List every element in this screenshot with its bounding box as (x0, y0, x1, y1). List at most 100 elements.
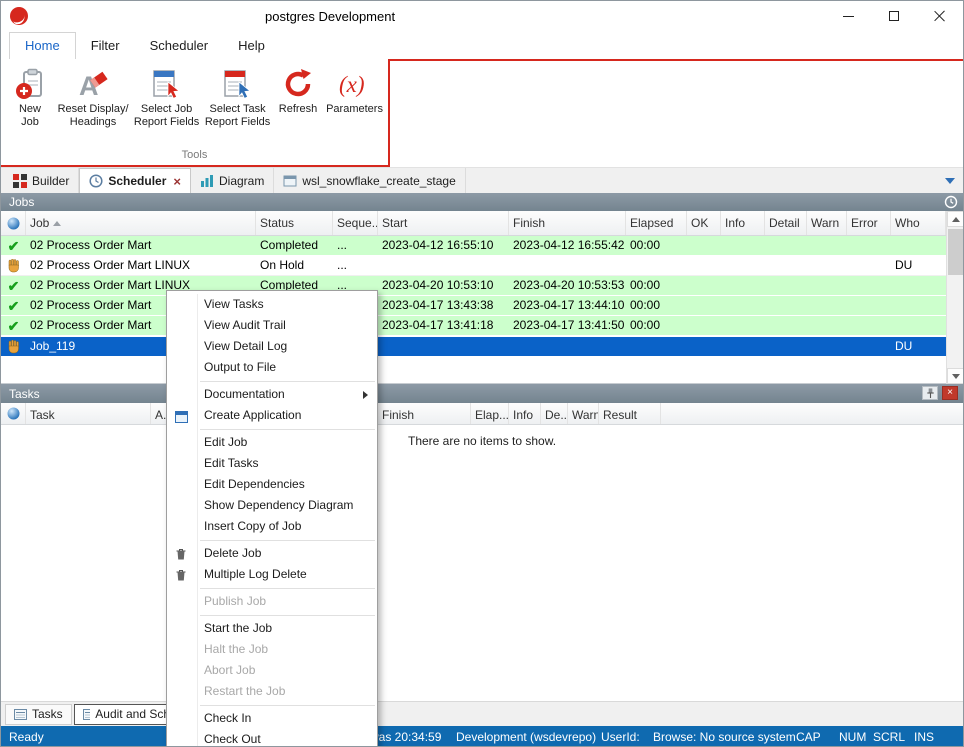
tab-filter[interactable]: Filter (76, 33, 135, 59)
column-header-who[interactable]: Who (891, 211, 946, 235)
column-header-info[interactable]: Info (509, 403, 541, 424)
maximize-button[interactable] (871, 1, 917, 31)
scroll-down-button[interactable] (947, 368, 964, 384)
column-header-status[interactable]: Status (256, 211, 333, 235)
menu-item-check-out[interactable]: Check Out (167, 729, 377, 747)
parameters-button[interactable]: (x) Parameters (323, 63, 386, 128)
column-header-elapsed[interactable]: Elapsed (626, 211, 687, 235)
table-row-selected[interactable]: Job_119 DU (1, 336, 946, 356)
column-header-task[interactable]: Task (26, 403, 151, 424)
menu-item-insert-copy-of-job[interactable]: Insert Copy of Job (167, 516, 377, 537)
status-environment: Development (wsdevrepo) (456, 730, 596, 744)
sort-ascending-icon (53, 221, 61, 226)
column-header-elapsed[interactable]: Elap... (471, 403, 509, 424)
doctab-wsl-snowflake-create-stage[interactable]: wsl_snowflake_create_stage (274, 168, 465, 193)
column-header-finish[interactable]: Finish (509, 211, 626, 235)
table-row[interactable]: ✔ 02 Process Order Mart 2023-04-17 13:43… (1, 296, 946, 316)
menu-item-edit-job[interactable]: Edit Job (167, 432, 377, 453)
menu-item-start-the-job[interactable]: Start the Job (167, 618, 377, 639)
tab-scheduler[interactable]: Scheduler (135, 33, 224, 59)
tab-list-dropdown-icon[interactable] (945, 178, 955, 184)
close-icon: × (947, 388, 953, 398)
table-row[interactable]: ✔ 02 Process Order Mart Completed ... 20… (1, 236, 946, 256)
tasks-panel-title: Tasks (9, 387, 40, 401)
menu-item-edit-tasks[interactable]: Edit Tasks (167, 453, 377, 474)
jobs-grid: Job Status Seque... Start Finish Elapsed… (1, 211, 963, 384)
check-icon: ✔ (1, 276, 26, 295)
minimize-button[interactable] (825, 1, 871, 31)
select-task-report-fields-button[interactable]: Select Task Report Fields (202, 63, 273, 128)
new-job-icon (15, 65, 45, 103)
pin-button[interactable] (922, 386, 938, 400)
close-button[interactable] (917, 1, 963, 31)
refresh-button[interactable]: Refresh (273, 63, 323, 128)
menu-item-documentation[interactable]: Documentation (167, 384, 377, 405)
jobs-vertical-scrollbar[interactable] (946, 211, 963, 384)
titlebar: postgres Development (1, 1, 963, 31)
menu-item-delete-job[interactable]: Delete Job (167, 543, 377, 564)
menu-item-check-in[interactable]: Check In (167, 708, 377, 729)
status-bar: Ready was 20:34:59 Development (wsdevrep… (1, 726, 963, 747)
ribbon-accent-line (388, 59, 963, 61)
maximize-icon (889, 11, 899, 21)
column-header-detail[interactable]: De... (541, 403, 568, 424)
doctab-diagram[interactable]: Diagram (191, 168, 274, 193)
column-header-sequence[interactable]: Seque... (333, 211, 378, 235)
column-header-job[interactable]: Job (26, 211, 256, 235)
column-header-warn[interactable]: Warn (807, 211, 847, 235)
column-header-warn[interactable]: Warn (568, 403, 599, 424)
tab-close-icon[interactable]: × (173, 174, 181, 189)
menu-item-show-dependency-diagram[interactable]: Show Dependency Diagram (167, 495, 377, 516)
menu-separator (200, 540, 375, 541)
audit-tab-icon (83, 709, 91, 720)
select-job-report-fields-button[interactable]: Select Job Report Fields (131, 63, 202, 128)
builder-icon (13, 174, 27, 188)
ribbon: New Job A Reset Display/ H (1, 59, 963, 167)
scrollbar-thumb[interactable] (948, 229, 963, 275)
table-row[interactable]: ✔ 02 Process Order Mart LINUX Completed … (1, 276, 946, 296)
check-icon: ✔ (1, 236, 26, 255)
trash-icon (175, 568, 187, 589)
menu-item-create-application[interactable]: Create Application (167, 405, 377, 426)
column-header-detail[interactable]: Detail (765, 211, 807, 235)
check-icon: ✔ (1, 316, 26, 335)
menu-item-multiple-log-delete[interactable]: Multiple Log Delete (167, 564, 377, 585)
doctab-scheduler[interactable]: Scheduler × (79, 168, 191, 193)
column-header-ok[interactable]: OK (687, 211, 721, 235)
column-header-error[interactable]: Error (847, 211, 891, 235)
clock-icon[interactable] (944, 195, 958, 209)
close-icon (934, 10, 946, 22)
menu-item-view-audit-trail[interactable]: View Audit Trail (167, 315, 377, 336)
menu-separator (200, 615, 375, 616)
menu-item-view-tasks[interactable]: View Tasks (167, 294, 377, 315)
column-header-info[interactable]: Info (721, 211, 765, 235)
refresh-icon (281, 65, 315, 103)
tab-home[interactable]: Home (9, 32, 76, 59)
jobs-grid-header: Job Status Seque... Start Finish Elapsed… (1, 211, 946, 236)
menu-item-output-to-file[interactable]: Output to File (167, 357, 377, 378)
panel-close-button[interactable]: × (942, 386, 958, 400)
menu-separator (200, 381, 375, 382)
column-header-finish[interactable]: Finish (378, 403, 471, 424)
reset-display-icon: A (77, 65, 109, 103)
menu-item-edit-dependencies[interactable]: Edit Dependencies (167, 474, 377, 495)
column-header-result[interactable]: Result (599, 403, 661, 424)
bottom-tab-tasks[interactable]: Tasks (5, 704, 72, 725)
tasks-tab-icon (14, 709, 27, 720)
jobs-rows: ✔ 02 Process Order Mart Completed ... 20… (1, 236, 946, 356)
menu-item-view-detail-log[interactable]: View Detail Log (167, 336, 377, 357)
table-row[interactable]: 02 Process Order Mart LINUX On Hold ... … (1, 256, 946, 276)
status-column-header[interactable] (1, 211, 26, 235)
column-header-start[interactable]: Start (378, 211, 509, 235)
new-job-button[interactable]: New Job (5, 63, 55, 128)
table-row[interactable]: ✔ 02 Process Order Mart 2023-04-17 13:41… (1, 316, 946, 336)
empty-list-message: There are no items to show. (408, 434, 556, 448)
tab-help[interactable]: Help (223, 33, 280, 59)
reset-display-headings-button[interactable]: A Reset Display/ Headings (55, 63, 131, 128)
status-userid: UserId: (601, 730, 640, 744)
scroll-up-button[interactable] (947, 211, 964, 227)
tasks-panel-header: Tasks × (1, 384, 963, 403)
doctab-builder[interactable]: Builder (4, 168, 79, 193)
status-column-header[interactable] (1, 403, 26, 424)
svg-text:(x): (x) (339, 72, 365, 97)
